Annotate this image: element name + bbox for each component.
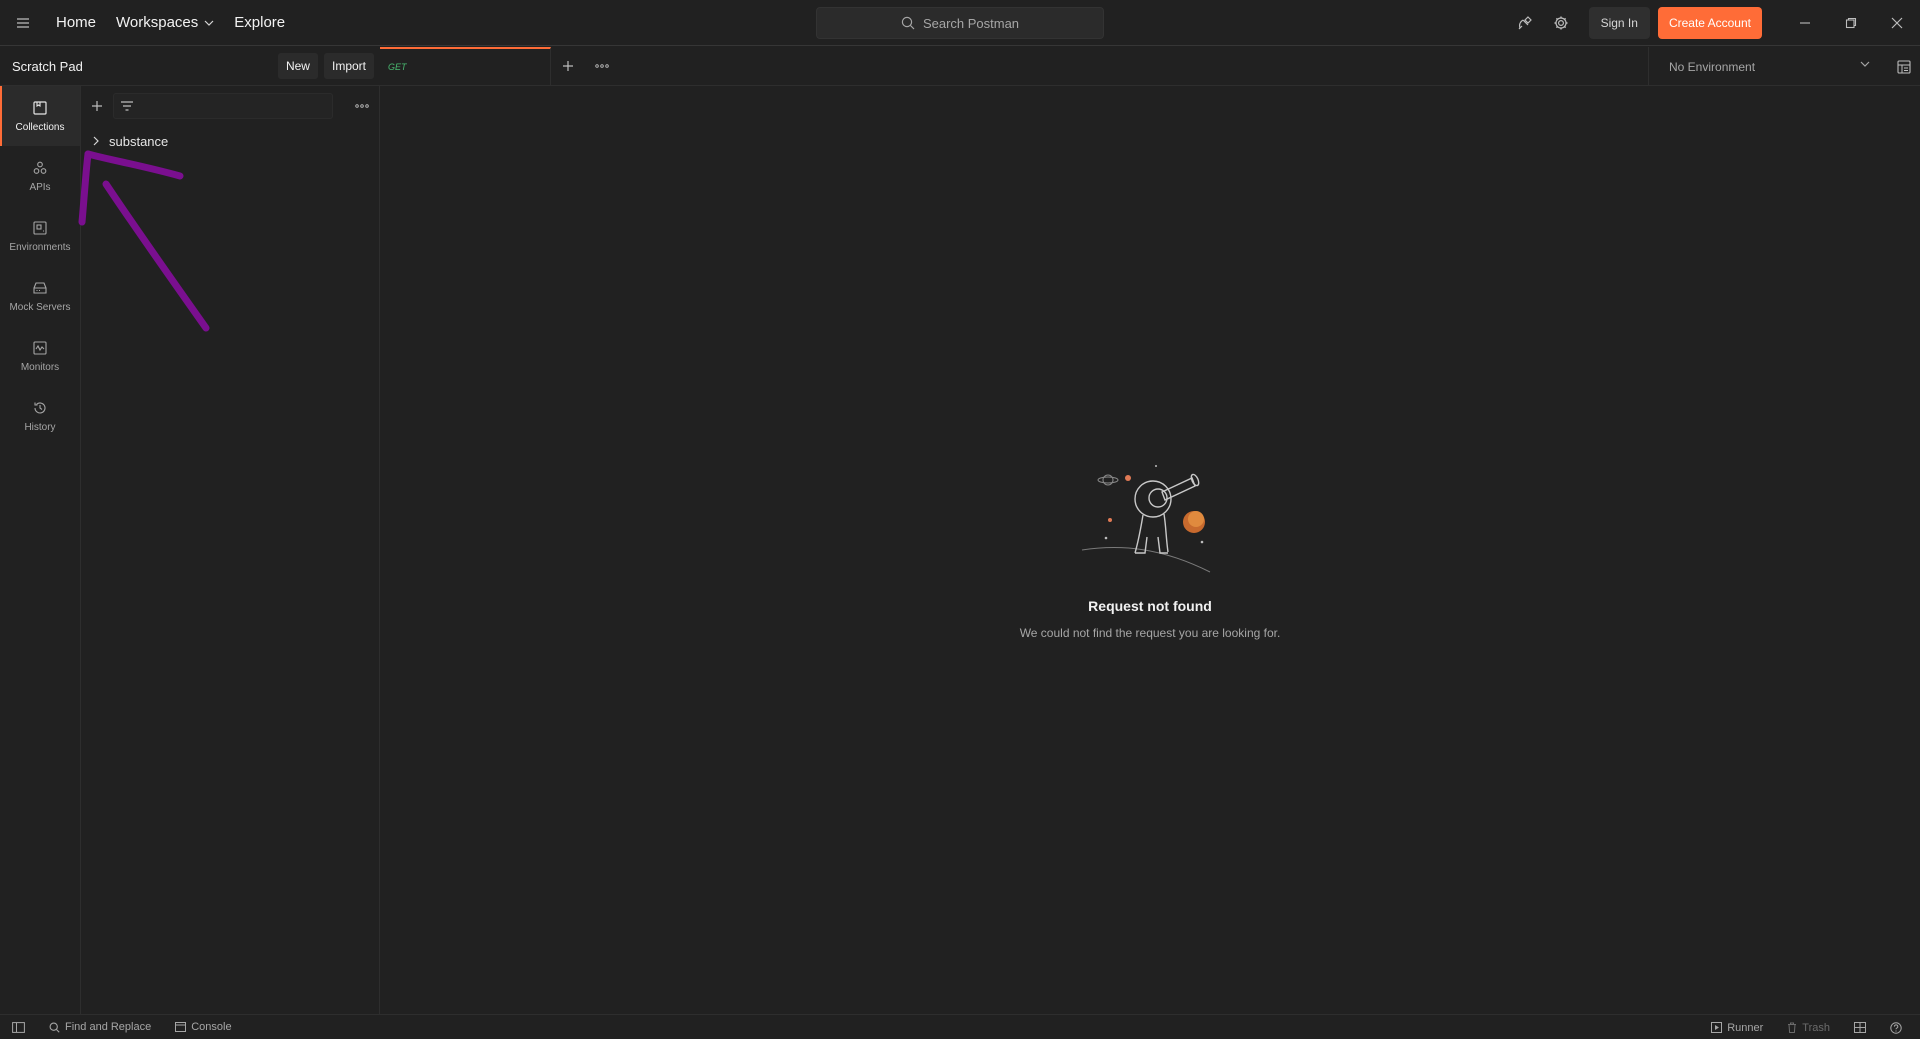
restore-icon: [1845, 17, 1857, 29]
window-controls: [1782, 0, 1920, 46]
find-replace-button[interactable]: Find and Replace: [37, 1015, 163, 1039]
settings-button[interactable]: [1543, 0, 1579, 46]
rail-label-history: History: [24, 421, 56, 433]
status-bar-left: Find and Replace Console: [0, 1015, 244, 1039]
tab-options-button[interactable]: [585, 47, 619, 86]
apis-icon: [33, 161, 47, 174]
rail-label-mock-servers: Mock Servers: [9, 301, 71, 313]
rail-label-environments: Environments: [9, 241, 71, 253]
play-icon: [1711, 1022, 1723, 1033]
close-window-button[interactable]: [1874, 0, 1920, 46]
chevron-down-icon: [1860, 61, 1870, 67]
nav-workspaces[interactable]: Workspaces: [106, 0, 224, 46]
top-bar: Home Workspaces Explore Search Postman S…: [0, 0, 1920, 46]
rail-item-environments[interactable]: Environments: [0, 206, 80, 266]
rail-item-apis[interactable]: APIs: [0, 146, 80, 206]
rail-item-monitors[interactable]: Monitors: [0, 326, 80, 386]
environment-quick-look-button[interactable]: [1888, 47, 1920, 86]
sidebar-toggle-icon: [12, 1021, 25, 1033]
filter-box[interactable]: [113, 93, 333, 119]
filter-input[interactable]: [140, 99, 320, 113]
menu-icon: [17, 17, 29, 28]
rail-label-monitors: Monitors: [20, 361, 60, 373]
sidebar-toolbar: [81, 92, 380, 120]
environment-selector[interactable]: No Environment: [1648, 47, 1888, 86]
request-tab[interactable]: GET: [380, 46, 551, 86]
runner-label: Runner: [1727, 1021, 1764, 1034]
mock-servers-icon: [33, 281, 47, 294]
nav-home[interactable]: Home: [46, 0, 106, 46]
toggle-sidebar-button[interactable]: [0, 1015, 37, 1039]
import-button[interactable]: Import: [323, 53, 374, 79]
search-placeholder: Search Postman: [922, 15, 1020, 31]
tab-method-badge: GET: [388, 62, 407, 72]
rail-item-history[interactable]: History: [0, 386, 80, 446]
chevron-down-icon: [204, 20, 214, 26]
minimize-button[interactable]: [1782, 0, 1828, 46]
status-bar-right: Runner Trash: [1699, 1015, 1914, 1039]
trash-button[interactable]: Trash: [1775, 1015, 1842, 1039]
environment-quick-look-icon: [1897, 59, 1911, 74]
status-bar: Find and Replace Console Runner Trash: [0, 1014, 1920, 1039]
nav-workspaces-label: Workspaces: [116, 14, 199, 31]
create-account-button[interactable]: Create Account: [1657, 7, 1762, 39]
search-bar[interactable]: Search Postman: [816, 7, 1104, 39]
nav-explore[interactable]: Explore: [224, 0, 295, 46]
rail-label-collections: Collections: [15, 121, 65, 133]
layout-toggle-button[interactable]: [1842, 1015, 1878, 1039]
empty-state-title: Request not found: [1088, 598, 1212, 614]
nav-explore-label: Explore: [234, 14, 286, 31]
monitors-icon: [33, 340, 47, 355]
rail-label-apis: APIs: [29, 181, 51, 193]
rail-item-collections[interactable]: Collections: [0, 86, 80, 146]
main-content: Request not found We could not find the …: [380, 86, 1920, 1014]
minimize-icon: [1800, 22, 1810, 24]
sign-in-button[interactable]: Sign In: [1588, 7, 1650, 39]
satellite-icon: [1518, 16, 1532, 30]
astronaut-telescope-illustration: [1081, 465, 1211, 573]
workspace-header: Scratch Pad New Import: [0, 47, 380, 86]
trash-icon: [1788, 1022, 1797, 1033]
close-icon: [1891, 17, 1903, 29]
rail-item-mock-servers[interactable]: Mock Servers: [0, 266, 80, 326]
two-pane-icon: [1854, 1022, 1866, 1033]
help-button[interactable]: [1878, 1015, 1914, 1039]
help-icon: [1890, 1021, 1902, 1034]
console-button[interactable]: Console: [163, 1015, 243, 1039]
environments-icon: [33, 220, 47, 235]
more-horizontal-icon: [595, 64, 609, 68]
search-icon: [901, 16, 915, 30]
more-horizontal-icon: [355, 104, 369, 108]
plus-icon: [563, 61, 573, 71]
search-icon: [49, 1022, 60, 1033]
find-replace-label: Find and Replace: [65, 1021, 152, 1033]
environment-label: No Environment: [1669, 59, 1756, 74]
plus-icon: [92, 101, 102, 111]
trash-label: Trash: [1802, 1021, 1830, 1034]
new-tab-button[interactable]: [551, 47, 585, 86]
request-tabs: GET No Environment: [380, 46, 1920, 86]
console-icon: [175, 1022, 187, 1032]
console-label: Console: [191, 1021, 232, 1033]
menu-button[interactable]: [0, 0, 46, 46]
history-icon: [34, 401, 46, 413]
sidebar-more-button[interactable]: [348, 92, 376, 120]
runner-button[interactable]: Runner: [1699, 1015, 1775, 1039]
workspace-title: Scratch Pad: [12, 58, 83, 74]
filter-icon: [121, 101, 133, 111]
satellite-button[interactable]: [1507, 0, 1543, 46]
new-button[interactable]: New: [277, 53, 318, 79]
gear-icon: [1554, 16, 1568, 30]
top-nav: Home Workspaces Explore: [46, 0, 295, 46]
nav-home-label: Home: [56, 14, 97, 31]
add-collection-button[interactable]: [81, 92, 113, 120]
annotation-arrow: [78, 150, 210, 332]
top-bar-right: Sign In Create Account: [1507, 0, 1920, 46]
workspace-actions: New Import: [277, 53, 374, 79]
sidebar-rail: Collections APIs Environments Mock Serve…: [0, 86, 81, 1014]
empty-state-subtitle: We could not find the request you are lo…: [1019, 626, 1281, 640]
restore-button[interactable]: [1828, 0, 1874, 46]
collections-icon: [33, 100, 47, 115]
